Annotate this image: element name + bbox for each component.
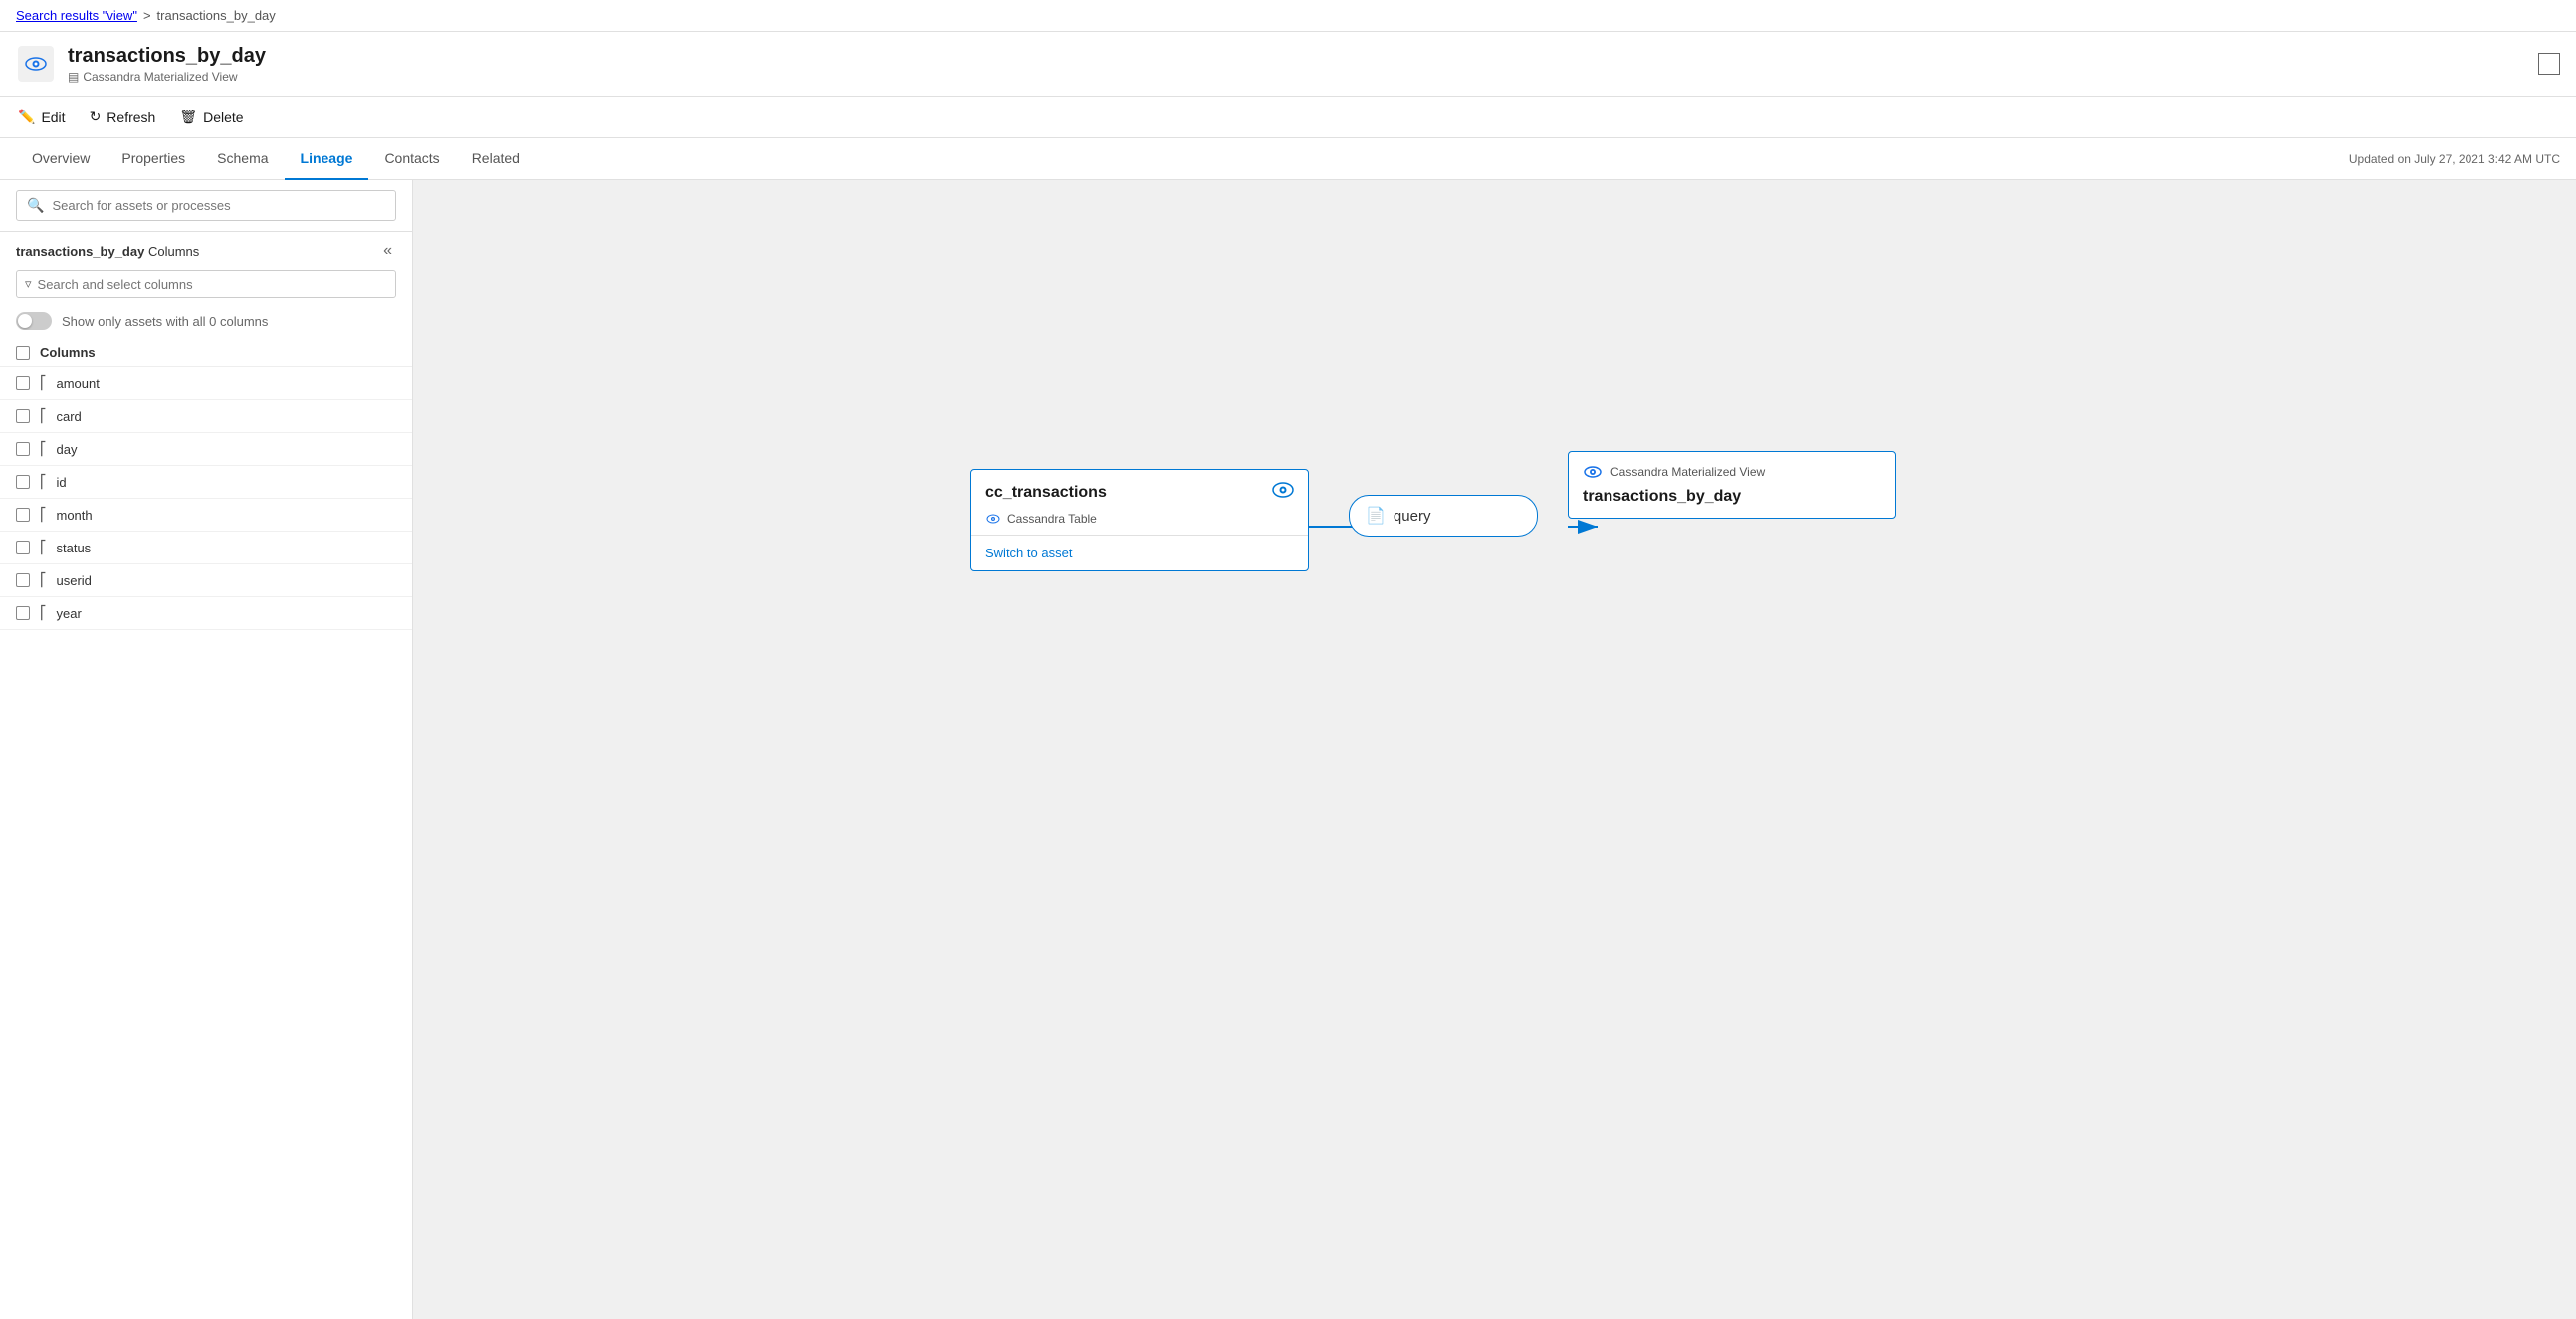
toolbar: ✏️ Edit ↻ Refresh 🗑 Delete [0, 97, 2576, 138]
updated-timestamp: Updated on July 27, 2021 3:42 AM UTC [2349, 152, 2560, 166]
column-type-icon-id: ⎡ [40, 474, 47, 490]
breadcrumb: Search results "view" > transactions_by_… [0, 0, 2576, 32]
column-checkbox-userid[interactable] [16, 573, 30, 587]
left-panel: 🔍 transactions_by_day Columns « ▿ [0, 180, 413, 1319]
source-node: cc_transactions Cassandra Table [970, 469, 1309, 571]
main-layout: 🔍 transactions_by_day Columns « ▿ [0, 180, 2576, 1319]
column-item-userid[interactable]: ⎡ userid [0, 564, 412, 597]
collapse-panel-button[interactable]: « [379, 242, 396, 260]
asset-search-wrap[interactable]: 🔍 [16, 190, 396, 221]
dest-node-header: Cassandra Materialized View [1569, 452, 1895, 486]
columns-asset-name: transactions_by_day [16, 244, 144, 259]
asset-search-bar: 🔍 [0, 180, 412, 232]
source-node-divider [971, 535, 1308, 536]
columns-select-all-checkbox[interactable] [16, 346, 30, 360]
cassandra-logo [16, 44, 56, 84]
delete-button[interactable]: 🗑 Delete [177, 105, 245, 129]
column-checkbox-year[interactable] [16, 606, 30, 620]
tab-bar: Overview Properties Schema Lineage Conta… [0, 138, 2576, 180]
breadcrumb-link[interactable]: Search results "view" [16, 8, 137, 23]
refresh-button[interactable]: ↻ Refresh [88, 105, 158, 129]
dest-node-subtitle: Cassandra Materialized View [1610, 465, 1765, 479]
column-list-header: Columns [0, 339, 412, 367]
column-checkbox-month[interactable] [16, 508, 30, 522]
column-name-status: status [57, 541, 92, 555]
tab-properties[interactable]: Properties [106, 138, 201, 180]
toggle-knob [18, 314, 32, 328]
process-icon: 📄 [1366, 506, 1386, 526]
column-name-card: card [57, 409, 82, 424]
tab-schema[interactable]: Schema [201, 138, 284, 180]
column-item-amount[interactable]: ⎡ amount [0, 367, 412, 400]
edit-icon: ✏️ [18, 109, 35, 125]
toggle-row: Show only assets with all 0 columns [0, 306, 412, 339]
column-item-day[interactable]: ⎡ day [0, 433, 412, 466]
destination-node: Cassandra Materialized View transactions… [1568, 451, 1896, 519]
search-icon: 🔍 [27, 197, 44, 214]
source-node-subtitle: Cassandra Table [971, 511, 1308, 535]
column-checkbox-amount[interactable] [16, 376, 30, 390]
breadcrumb-current: transactions_by_day [157, 8, 276, 23]
column-type-icon-month: ⎡ [40, 507, 47, 523]
column-search-input[interactable] [38, 277, 387, 292]
source-lineage-icon[interactable] [1272, 482, 1294, 503]
asset-search-input[interactable] [52, 198, 385, 213]
show-assets-toggle[interactable] [16, 312, 52, 330]
column-name-amount: amount [57, 376, 100, 391]
columns-panel-title: transactions_by_day Columns [16, 244, 199, 259]
column-checkbox-card[interactable] [16, 409, 30, 423]
asset-title: transactions_by_day [68, 45, 266, 68]
column-name-year: year [57, 606, 82, 621]
column-checkbox-day[interactable] [16, 442, 30, 456]
lineage-arrows-svg [413, 180, 2576, 1319]
column-type-icon-status: ⎡ [40, 540, 47, 555]
column-item-status[interactable]: ⎡ status [0, 532, 412, 564]
column-type-icon-userid: ⎡ [40, 572, 47, 588]
refresh-icon: ↻ [90, 109, 102, 125]
source-node-link[interactable]: Switch to asset [971, 542, 1308, 570]
tab-contacts[interactable]: Contacts [368, 138, 455, 180]
columns-header-label: Columns [40, 345, 96, 360]
process-node: 📄 query [1349, 495, 1538, 537]
columns-panel-header: transactions_by_day Columns « [0, 232, 412, 266]
lineage-canvas: cc_transactions Cassandra Table [413, 180, 2576, 1319]
process-label: query [1394, 508, 1431, 525]
column-name-id: id [57, 475, 67, 490]
asset-subtitle: ▤ Cassandra Materialized View [68, 70, 266, 84]
delete-icon: 🗑 [179, 109, 197, 125]
header-title-block: transactions_by_day ▤ Cassandra Material… [68, 45, 266, 84]
source-node-title: cc_transactions [985, 484, 1107, 502]
columns-panel: transactions_by_day Columns « ▿ Show onl… [0, 232, 412, 1319]
column-item-month[interactable]: ⎡ month [0, 499, 412, 532]
column-name-userid: userid [57, 573, 92, 588]
column-search-wrap[interactable]: ▿ [16, 270, 396, 298]
dest-cassandra-icon [1583, 462, 1603, 482]
tab-related[interactable]: Related [456, 138, 536, 180]
column-list: ⎡ amount ⎡ card ⎡ day ⎡ id [0, 367, 412, 630]
column-name-day: day [57, 442, 78, 457]
column-name-month: month [57, 508, 93, 523]
column-checkbox-status[interactable] [16, 541, 30, 554]
cassandra-small-icon [985, 511, 1001, 527]
column-item-card[interactable]: ⎡ card [0, 400, 412, 433]
column-item-year[interactable]: ⎡ year [0, 597, 412, 630]
breadcrumb-separator: > [143, 8, 151, 23]
column-type-icon-year: ⎡ [40, 605, 47, 621]
table-icon: ▤ [68, 70, 79, 84]
column-item-id[interactable]: ⎡ id [0, 466, 412, 499]
column-type-icon-card: ⎡ [40, 408, 47, 424]
maximize-button[interactable] [2538, 53, 2560, 75]
tab-lineage[interactable]: Lineage [285, 138, 369, 180]
column-checkbox-id[interactable] [16, 475, 30, 489]
dest-node-title: transactions_by_day [1569, 486, 1895, 518]
tabs-left: Overview Properties Schema Lineage Conta… [16, 138, 536, 179]
column-type-icon-amount: ⎡ [40, 375, 47, 391]
toggle-label: Show only assets with all 0 columns [62, 314, 268, 329]
source-node-header: cc_transactions [971, 470, 1308, 511]
tab-overview[interactable]: Overview [16, 138, 106, 180]
edit-button[interactable]: ✏️ Edit [16, 105, 68, 129]
page-header: transactions_by_day ▤ Cassandra Material… [0, 32, 2576, 97]
filter-icon: ▿ [25, 276, 32, 292]
column-type-icon-day: ⎡ [40, 441, 47, 457]
